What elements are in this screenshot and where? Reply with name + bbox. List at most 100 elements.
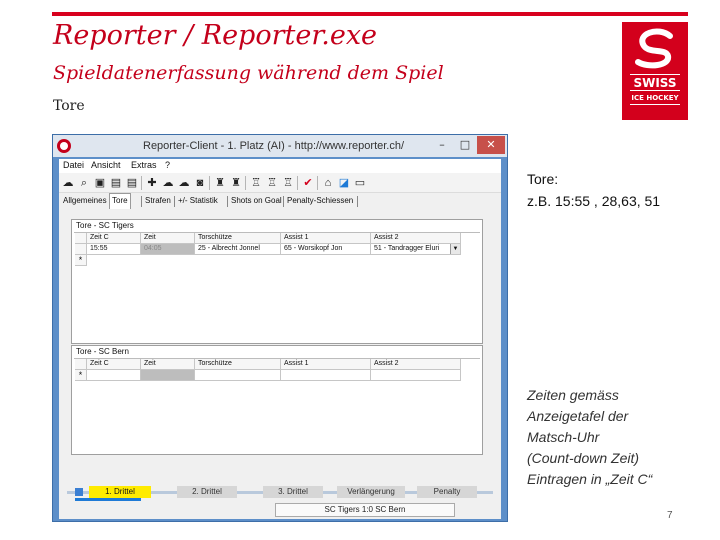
cell-assist-2[interactable]: [371, 370, 461, 381]
menu-extras[interactable]: Extras: [131, 160, 157, 170]
side-note-line: (Count-down Zeit): [527, 450, 640, 466]
app-icon: [57, 139, 71, 153]
menu-help[interactable]: ?: [165, 160, 170, 170]
grid-header-row: Zeit C Zeit Torschütze Assist 1 Assist 2: [75, 359, 481, 370]
cell-torschuetze[interactable]: [195, 370, 281, 381]
tab-allgemeines[interactable]: Allgemeines: [61, 196, 109, 205]
new-row-indicator: *: [75, 255, 87, 266]
cell-assist-2[interactable]: 51 - Tandragger Eluri ▼: [371, 244, 461, 255]
column-header-torschuetze[interactable]: Torschütze: [195, 233, 281, 244]
side-note-line: Anzeigetafel der: [527, 408, 629, 424]
side-note-heading: Tore:: [527, 171, 559, 187]
cell-assist-1[interactable]: 65 - Worsikopf Jon: [281, 244, 371, 255]
menu-ansicht[interactable]: Ansicht: [91, 160, 121, 170]
period-2[interactable]: 2. Drittel: [177, 486, 237, 498]
maximize-button[interactable]: □: [454, 136, 476, 154]
tab-bar: Allgemeines Tore Strafen +/- Statistik S…: [59, 193, 501, 209]
players-icon[interactable]: ✚: [145, 176, 159, 190]
search-icon[interactable]: ⌕: [77, 176, 91, 190]
panel-title-away: Tore - SC Bern: [76, 347, 129, 356]
goals-grid-home: Zeit C Zeit Torschütze Assist 1 Assist 2…: [74, 232, 480, 266]
cell-assist-1[interactable]: [281, 370, 371, 381]
side-note-line: Matsch-Uhr: [527, 429, 600, 445]
period-overtime[interactable]: Verlängerung: [337, 486, 405, 498]
chevron-down-icon[interactable]: ▼: [450, 244, 460, 254]
column-header-assist-1[interactable]: Assist 1: [281, 233, 371, 244]
lineup-icon[interactable]: ♖: [249, 176, 263, 190]
window-titlebar[interactable]: Reporter-Client - 1. Platz (AI) - http:/…: [53, 135, 507, 157]
table-row-new: *: [75, 255, 481, 266]
column-header-zeit[interactable]: Zeit: [141, 359, 195, 370]
tab-separator: [141, 196, 142, 207]
tab-separator: [227, 196, 228, 207]
logo-swirl-icon: [635, 28, 673, 69]
column-header-torschuetze[interactable]: Torschütze: [195, 359, 281, 370]
close-button[interactable]: ✕: [477, 136, 505, 154]
side-note-goals: Tore: z.B. 15:55 , 28,63, 51: [527, 168, 660, 212]
column-header-assist-2[interactable]: Assist 2: [371, 233, 461, 244]
period-1[interactable]: 1. Drittel: [89, 486, 151, 498]
row-indicator-header: [75, 233, 87, 244]
window-title: Reporter-Client - 1. Platz (AI) - http:/…: [143, 140, 405, 152]
lineup-icon[interactable]: ♖: [265, 176, 279, 190]
slide-subtitle: Spieldatenerfassung während dem Spiel: [53, 62, 444, 84]
tab-separator: [283, 196, 284, 207]
column-header-assist-1[interactable]: Assist 1: [281, 359, 371, 370]
cloud-grey-icon[interactable]: ☁: [177, 176, 191, 190]
swiss-ice-hockey-logo: SWISS ICE HOCKEY: [622, 22, 688, 120]
clipboard-icon[interactable]: ▤: [125, 176, 139, 190]
goals-panel-home: Tore - SC Tigers Zeit C Zeit Torschütze …: [71, 219, 483, 344]
reporter-client-window: Reporter-Client - 1. Platz (AI) - http:/…: [52, 134, 508, 522]
menu-datei[interactable]: Datei: [63, 160, 84, 170]
cell-zeit-c[interactable]: [87, 370, 141, 381]
side-note-times: Zeiten gemäss Anzeigetafel der Matsch-Uh…: [527, 385, 652, 490]
minimize-button[interactable]: –: [431, 136, 453, 154]
slide-title: Reporter / Reporter.exe: [53, 20, 378, 51]
goals-grid-away: Zeit C Zeit Torschütze Assist 1 Assist 2…: [74, 358, 480, 381]
toolbar-separator: [297, 176, 298, 190]
grid-header-row: Zeit C Zeit Torschütze Assist 1 Assist 2: [75, 233, 481, 244]
toolbar-separator: [245, 176, 246, 190]
period-3[interactable]: 3. Drittel: [263, 486, 323, 498]
team-icon[interactable]: ♜: [229, 176, 243, 190]
clipboard-icon[interactable]: ▤: [109, 176, 123, 190]
period-timeline: 1. Drittel 2. Drittel 3. Drittel Verläng…: [67, 485, 493, 501]
cell-torschuetze[interactable]: 25 - Albrecht Jonnel: [195, 244, 281, 255]
tab-tore[interactable]: Tore: [109, 193, 131, 209]
goals-panel-away: Tore - SC Bern Zeit C Zeit Torschütze As…: [71, 345, 483, 455]
chart-icon[interactable]: ◪: [337, 176, 351, 190]
slide-section-label: Tore: [53, 98, 85, 114]
cloud-green-icon[interactable]: ☁: [161, 176, 175, 190]
cell-zeit-c[interactable]: 15:55: [87, 244, 141, 255]
menu-bar: Datei Ansicht Extras ?: [59, 159, 501, 173]
score-status: SC Tigers 1:0 SC Bern: [275, 503, 455, 517]
tab-separator: [357, 196, 358, 207]
camera-icon[interactable]: ◙: [193, 176, 207, 190]
tab-separator: [174, 196, 175, 207]
tab-plus-minus-statistik[interactable]: +/- Statistik: [176, 196, 220, 205]
cell-assist-2-value: 51 - Tandragger Eluri: [374, 245, 440, 252]
broadcast-icon[interactable]: ▭: [353, 176, 367, 190]
logo-rule: [630, 90, 680, 91]
tab-strafen[interactable]: Strafen: [143, 196, 173, 205]
period-penalty[interactable]: Penalty: [417, 486, 477, 498]
side-note-example: z.B. 15:55 , 28,63, 51: [527, 193, 661, 209]
column-header-zeit[interactable]: Zeit: [141, 233, 195, 244]
team-icon[interactable]: ♜: [213, 176, 227, 190]
tab-shots-on-goal[interactable]: Shots on Goal: [229, 196, 284, 205]
timeline-progress: [75, 498, 141, 501]
check-icon[interactable]: ✔: [301, 176, 315, 190]
column-header-assist-2[interactable]: Assist 2: [371, 359, 461, 370]
timeline-marker-icon[interactable]: [75, 488, 83, 496]
side-note-line: Eintragen in „Zeit C“: [527, 471, 653, 487]
home-icon[interactable]: ⌂: [321, 176, 335, 190]
column-header-zeit-c[interactable]: Zeit C: [87, 233, 141, 244]
tab-penalty-schiessen[interactable]: Penalty-Schiessen: [285, 196, 355, 205]
lineup-icon[interactable]: ♖: [281, 176, 295, 190]
cloud-upload-icon[interactable]: ☁: [61, 176, 75, 190]
logo-word-swiss: SWISS: [633, 76, 677, 90]
save-icon[interactable]: ▣: [93, 176, 107, 190]
panel-title-home: Tore - SC Tigers: [76, 221, 134, 230]
column-header-zeit-c[interactable]: Zeit C: [87, 359, 141, 370]
row-indicator: [75, 244, 87, 255]
